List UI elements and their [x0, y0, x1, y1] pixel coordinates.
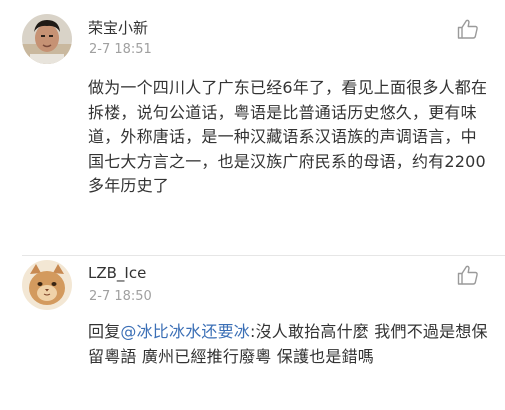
user-avatar-photo	[22, 260, 72, 310]
like-button[interactable]	[456, 263, 480, 287]
comment-body: 做为一个四川人了广东已经6年了，看见上面很多人都在拆楼，说句公道话，粤语是比普通…	[88, 78, 488, 195]
comment-timestamp: 2-7 18:50	[89, 289, 152, 304]
avatar[interactable]	[22, 260, 72, 310]
comment-item: 荣宝小新 2-7 18:51 做为一个四川人了广东已经6年了，看见上面很多人都在…	[0, 0, 505, 258]
comment-timestamp: 2-7 18:51	[89, 42, 152, 57]
comment-text: 回复@冰比冰水还要冰:沒人敢抬高什麼 我們不過是想保留粵語 廣州已經推行廢粵 保…	[88, 320, 490, 369]
comment-item: LZB_Ice 2-7 18:50 回复@冰比冰水还要冰:沒人敢抬高什麼 我們不…	[0, 256, 505, 410]
mention-link[interactable]: @冰比冰水还要冰	[120, 322, 250, 341]
like-button[interactable]	[456, 17, 480, 41]
reply-prefix: 回复	[88, 322, 121, 341]
comment-text: 做为一个四川人了广东已经6年了，看见上面很多人都在拆楼，说句公道话，粤语是比普通…	[88, 76, 490, 199]
comment-username[interactable]: 荣宝小新	[88, 17, 148, 38]
avatar[interactable]	[22, 14, 72, 64]
user-avatar-photo	[22, 14, 72, 64]
comment-username[interactable]: LZB_Ice	[88, 264, 146, 282]
thumbs-up-icon	[457, 265, 478, 285]
thumbs-up-icon	[457, 19, 478, 39]
